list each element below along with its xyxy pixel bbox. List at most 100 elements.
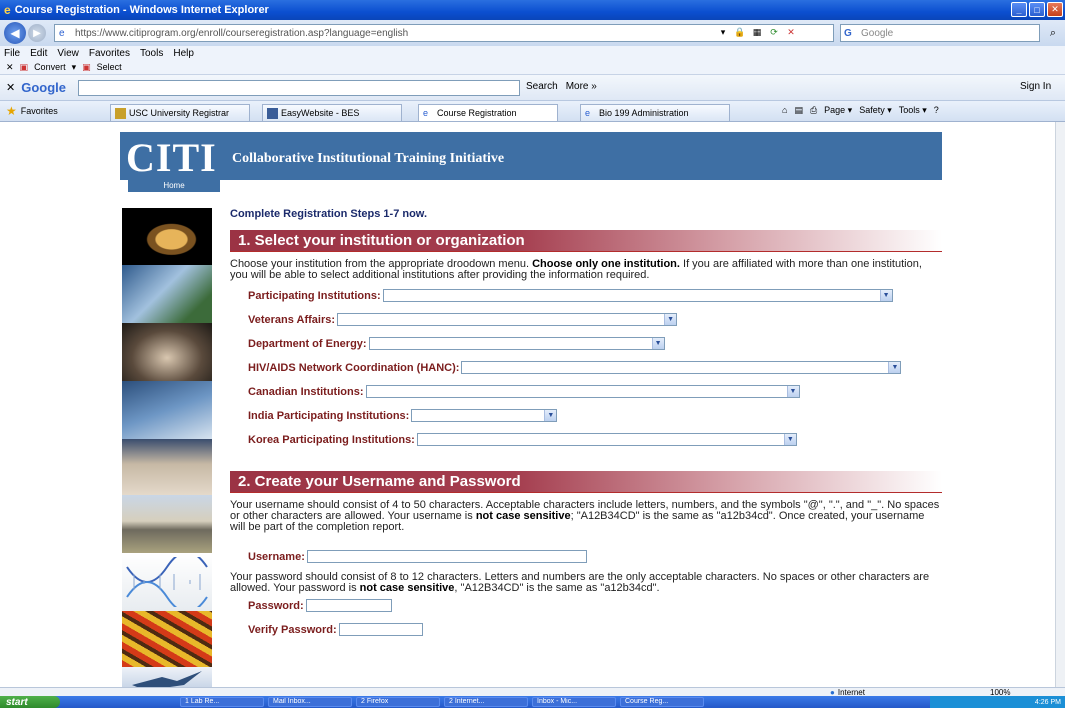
search-go-icon[interactable]: ⌕ — [1044, 24, 1062, 42]
address-url: https://www.citiprogram.org/enroll/cours… — [75, 27, 409, 39]
print-icon[interactable]: ⎙ — [810, 105, 817, 116]
close-toolbar-icon[interactable]: ✕ — [6, 62, 14, 73]
minimize-button[interactable]: _ — [1011, 2, 1027, 17]
start-button[interactable]: start — [0, 696, 60, 708]
dropdown-icon[interactable]: ▾ — [716, 25, 730, 39]
korea-label: Korea Participating Institutions: — [248, 433, 415, 446]
menu-file[interactable]: File — [4, 48, 20, 59]
close-button[interactable]: ✕ — [1047, 2, 1063, 17]
korea-row: Korea Participating Institutions: ▼ — [248, 433, 797, 446]
registration-intro: Complete Registration Steps 1-7 now. — [230, 208, 428, 220]
home-button[interactable]: Home — [128, 178, 220, 192]
tab-bio199[interactable]: e Bio 199 Administration — [580, 104, 730, 121]
username-row: Username: — [248, 550, 587, 563]
close-google-toolbar-icon[interactable]: ✕ — [6, 81, 15, 94]
verify-password-input[interactable] — [338, 623, 423, 636]
citi-logo: CITI — [126, 135, 217, 180]
google-search-button[interactable]: Search — [526, 81, 558, 92]
easywebsite-favicon-icon — [267, 107, 278, 119]
google-more-button[interactable]: More » — [566, 81, 597, 92]
refresh-icon[interactable]: ⟳ — [767, 25, 781, 39]
vertical-scrollbar[interactable] — [1055, 122, 1065, 687]
verify-password-row: Verify Password: — [248, 623, 423, 636]
participating-row: Participating Institutions: ▼ — [248, 289, 893, 302]
bird-image — [122, 667, 212, 687]
energy-select[interactable]: ▼ — [368, 337, 665, 350]
participating-label: Participating Institutions: — [248, 289, 381, 302]
elderly-people-image — [122, 439, 212, 495]
tab-course-registration[interactable]: e Course Registration — [418, 104, 558, 121]
veterans-label: Veterans Affairs: — [248, 313, 336, 326]
maximize-button[interactable]: □ — [1029, 2, 1045, 17]
taskbar-item[interactable]: Course Reg... — [620, 697, 704, 707]
convert-icon: ▣ — [19, 61, 29, 72]
hanc-row: HIV/AIDS Network Coordination (HANC): ▼ — [248, 361, 902, 374]
window-title-bar: e Course Registration - Windows Internet… — [0, 0, 1065, 20]
taskbar-item[interactable]: Inbox - Mic... — [532, 697, 616, 707]
menu-edit[interactable]: Edit — [30, 48, 47, 59]
google-toolbar: ✕ Google Search More » Sign In — [0, 74, 1065, 100]
select-icon: ▣ — [82, 61, 91, 72]
convert-dropdown-icon[interactable]: ▾ — [72, 62, 77, 73]
tools-menu[interactable]: Tools ▾ — [899, 105, 927, 116]
search-input[interactable]: G Google — [840, 24, 1040, 42]
window-title: Course Registration - Windows Internet E… — [14, 4, 269, 16]
menu-favorites[interactable]: Favorites — [89, 48, 130, 59]
taskbar-item[interactable]: Mail Inbox... — [268, 697, 352, 707]
feeds-icon[interactable]: ▤ — [794, 105, 803, 116]
lock-icon[interactable]: 🔒 — [733, 25, 747, 39]
favorites-star-icon[interactable]: ★ — [6, 104, 17, 118]
sign-in-button[interactable]: Sign In — [1020, 81, 1051, 92]
google-search-input[interactable] — [78, 80, 520, 96]
taskbar-item[interactable]: 2 Internet... — [444, 697, 528, 707]
select-button[interactable]: Select — [97, 62, 122, 72]
help-icon[interactable]: ? — [934, 105, 939, 116]
participating-select[interactable]: ▼ — [382, 289, 893, 302]
favorites-button[interactable]: Favorites — [21, 106, 58, 116]
web-page: CITI Collaborative Institutional Trainin… — [0, 122, 1055, 687]
hanc-select[interactable]: ▼ — [461, 361, 902, 374]
password-input[interactable] — [305, 599, 392, 612]
taskbar-item[interactable]: 1 Lab Re... — [180, 697, 264, 707]
ie-favicon-icon: e — [423, 107, 429, 118]
ie-favicon-icon: e — [585, 107, 591, 118]
stonehenge-image — [122, 495, 212, 553]
password-instructions: Your password should consist of 8 to 12 … — [230, 571, 930, 594]
tab-usc-registrar[interactable]: USC University Registrar — [110, 104, 250, 121]
page-menu[interactable]: Page ▾ — [824, 105, 852, 116]
menu-tools[interactable]: Tools — [140, 48, 163, 59]
korea-select[interactable]: ▼ — [416, 433, 797, 446]
convert-button[interactable]: Convert — [34, 62, 66, 72]
energy-label: Department of Energy: — [248, 337, 367, 350]
menu-bar: File Edit View Favorites Tools Help — [0, 46, 1065, 60]
password-row: Password: — [248, 599, 392, 612]
india-row: India Participating Institutions: ▼ — [248, 409, 558, 422]
safety-menu[interactable]: Safety ▾ — [859, 105, 892, 116]
india-select[interactable]: ▼ — [411, 409, 558, 422]
chevron-down-icon: ▼ — [888, 362, 901, 373]
usc-favicon-icon — [115, 107, 126, 119]
menu-help[interactable]: Help — [173, 48, 194, 59]
username-label: Username: — [248, 550, 305, 563]
xray-image — [122, 323, 212, 381]
ie-logo-icon: e — [4, 3, 11, 17]
windows-taskbar: start 1 Lab Re... Mail Inbox... 2 Firefo… — [0, 696, 1065, 708]
verify-password-label: Verify Password: — [248, 623, 337, 636]
home-icon[interactable]: ⌂ — [782, 105, 787, 116]
username-input[interactable] — [306, 550, 587, 563]
bird-icon — [132, 671, 202, 687]
tab-easywebsite[interactable]: EasyWebsite - BES — [262, 104, 402, 121]
saturn-image — [122, 208, 212, 265]
compat-icon[interactable]: ▦ — [750, 25, 764, 39]
canadian-select[interactable]: ▼ — [365, 385, 800, 398]
taskbar-item[interactable]: 2 Firefox — [356, 697, 440, 707]
back-button[interactable]: ◀ — [4, 22, 26, 44]
dna-helix-icon — [126, 557, 208, 607]
menu-view[interactable]: View — [57, 48, 79, 59]
google-logo: Google — [21, 80, 66, 95]
forward-button[interactable]: ▶ — [28, 24, 46, 42]
stop-icon[interactable]: ✕ — [784, 25, 798, 39]
veterans-select[interactable]: ▼ — [337, 313, 678, 326]
favorites-bar: ★ Favorites USC University Registrar Eas… — [0, 100, 1065, 122]
clock: 4:26 PM — [1034, 698, 1061, 706]
